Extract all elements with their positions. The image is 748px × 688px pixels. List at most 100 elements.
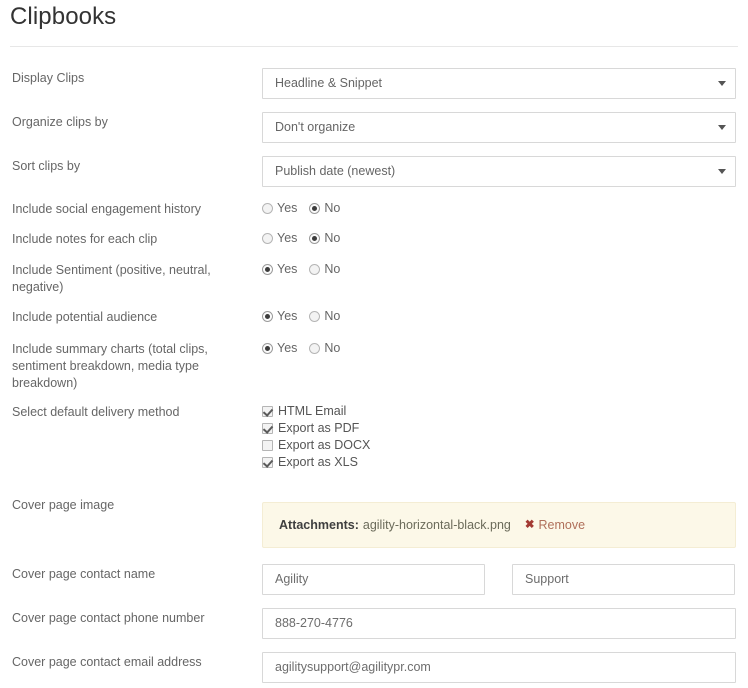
sentiment-no-option[interactable]: No: [309, 262, 340, 278]
sentiment-yes-option[interactable]: Yes: [262, 262, 297, 278]
contact-first-name-input[interactable]: Agility: [262, 564, 485, 595]
control-social-engagement: Yes No: [262, 201, 340, 217]
label-contact-phone: Cover page contact phone number: [12, 611, 205, 625]
radio-icon-checked: [309, 202, 321, 214]
control-contact-last-name: Support: [512, 564, 735, 595]
potential-audience-no-label: No: [324, 309, 341, 323]
social-engagement-no-option[interactable]: No: [309, 201, 340, 217]
control-summary-charts: Yes No: [262, 341, 340, 357]
social-engagement-radio-group: Yes No: [262, 201, 340, 217]
label-contact-email: Cover page contact email address: [12, 655, 202, 669]
delivery-option-html-email[interactable]: HTML Email: [262, 404, 370, 421]
delivery-option-export-xls[interactable]: Export as XLS: [262, 455, 370, 472]
potential-audience-radio-group: Yes No: [262, 309, 340, 325]
social-engagement-yes-option[interactable]: Yes: [262, 201, 297, 217]
delivery-option-export-docx[interactable]: Export as DOCX: [262, 438, 370, 455]
label-potential-audience: Include potential audience: [12, 310, 158, 324]
remove-attachment-label: Remove: [538, 518, 586, 532]
label-sentiment: Include Sentiment (positive, neutral, ne…: [12, 263, 211, 294]
checkbox-icon-unchecked: [262, 440, 273, 451]
attachment-banner: Attachments: agility-horizontal-black.pn…: [262, 502, 736, 548]
checkbox-icon-checked: [262, 423, 273, 434]
delivery-method-checkbox-list: HTML Email Export as PDF Export as DOCX …: [262, 404, 370, 472]
chevron-down-icon: [718, 169, 726, 174]
control-contact-phone: 888-270-4776: [262, 608, 736, 639]
label-organize-clips-by: Organize clips by: [12, 115, 108, 129]
organize-clips-by-value: Don't organize: [275, 120, 356, 134]
summary-charts-yes-option[interactable]: Yes: [262, 341, 297, 357]
potential-audience-yes-label: Yes: [277, 309, 298, 323]
control-potential-audience: Yes No: [262, 309, 340, 325]
label-cover-page-image: Cover page image: [12, 498, 115, 512]
page-title: Clipbooks: [10, 3, 117, 30]
summary-charts-no-label: No: [324, 341, 341, 355]
label-summary-charts: Include summary charts (total clips, sen…: [12, 342, 208, 390]
delivery-option-export-pdf[interactable]: Export as PDF: [262, 421, 370, 438]
checkbox-icon-checked: [262, 457, 273, 468]
contact-email-value: agilitysupport@agilitypr.com: [275, 660, 431, 674]
control-display-clips: Headline & Snippet: [262, 68, 736, 99]
summary-charts-no-option[interactable]: No: [309, 341, 340, 357]
contact-phone-input[interactable]: 888-270-4776: [262, 608, 736, 639]
display-clips-select[interactable]: Headline & Snippet: [262, 68, 736, 99]
potential-audience-yes-option[interactable]: Yes: [262, 309, 297, 325]
contact-phone-value: 888-270-4776: [275, 616, 353, 630]
chevron-down-icon: [718, 81, 726, 86]
contact-last-name-input[interactable]: Support: [512, 564, 735, 595]
chevron-down-icon: [718, 125, 726, 130]
label-notes-each-clip: Include notes for each clip: [12, 232, 158, 246]
control-contact-email: agilitysupport@agilitypr.com: [262, 652, 736, 683]
social-engagement-yes-label: Yes: [277, 201, 298, 215]
sort-clips-by-value: Publish date (newest): [275, 164, 396, 178]
summary-charts-yes-label: Yes: [277, 341, 298, 355]
control-sentiment: Yes No: [262, 262, 340, 278]
delivery-option-label: Export as XLS: [278, 455, 358, 469]
radio-icon-checked: [262, 263, 273, 275]
sentiment-yes-label: Yes: [277, 262, 298, 276]
delivery-option-label: HTML Email: [278, 404, 347, 418]
display-clips-value: Headline & Snippet: [275, 76, 383, 90]
label-delivery-method: Select default delivery method: [12, 405, 180, 419]
label-social-engagement: Include social engagement history: [12, 202, 202, 216]
control-organize-clips-by: Don't organize: [262, 112, 736, 143]
contact-last-name-value: Support: [525, 572, 569, 586]
radio-icon-checked: [309, 232, 321, 244]
radio-icon-unchecked: [262, 232, 273, 244]
radio-icon-unchecked: [309, 310, 321, 322]
control-cover-page-image: Attachments: agility-horizontal-black.pn…: [262, 502, 736, 548]
notes-each-clip-no-option[interactable]: No: [309, 231, 340, 247]
sentiment-radio-group: Yes No: [262, 262, 340, 278]
radio-icon-unchecked: [309, 263, 321, 275]
notes-each-clip-no-label: No: [324, 231, 341, 245]
title-divider: [10, 46, 738, 47]
label-display-clips: Display Clips: [12, 71, 85, 85]
clipbooks-settings-page: Clipbooks Display Clips Headline & Snipp…: [0, 0, 748, 688]
attachment-file-name: agility-horizontal-black.png: [362, 518, 511, 532]
delivery-option-label: Export as DOCX: [278, 438, 371, 452]
radio-icon-checked: [262, 342, 273, 354]
contact-email-input[interactable]: agilitysupport@agilitypr.com: [262, 652, 736, 683]
label-contact-name: Cover page contact name: [12, 567, 156, 581]
label-sort-clips-by: Sort clips by: [12, 159, 81, 173]
control-notes-each-clip: Yes No: [262, 231, 340, 247]
social-engagement-no-label: No: [324, 201, 341, 215]
notes-each-clip-yes-option[interactable]: Yes: [262, 231, 297, 247]
summary-charts-radio-group: Yes No: [262, 341, 340, 357]
checkbox-icon-checked: [262, 406, 273, 417]
organize-clips-by-select[interactable]: Don't organize: [262, 112, 736, 143]
notes-each-clip-radio-group: Yes No: [262, 231, 340, 247]
sort-clips-by-select[interactable]: Publish date (newest): [262, 156, 736, 187]
control-contact-first-name: Agility: [262, 564, 485, 595]
close-x-icon: ✖: [524, 519, 535, 531]
radio-icon-unchecked: [309, 342, 321, 354]
attachment-banner-content: Attachments: agility-horizontal-black.pn…: [279, 503, 585, 547]
notes-each-clip-yes-label: Yes: [277, 231, 298, 245]
control-delivery-method: HTML Email Export as PDF Export as DOCX …: [262, 404, 370, 472]
potential-audience-no-option[interactable]: No: [309, 309, 340, 325]
contact-first-name-value: Agility: [275, 572, 309, 586]
sentiment-no-label: No: [324, 262, 341, 276]
control-sort-clips-by: Publish date (newest): [262, 156, 736, 187]
delivery-option-label: Export as PDF: [278, 421, 360, 435]
radio-icon-unchecked: [262, 202, 273, 214]
radio-icon-checked: [262, 310, 273, 322]
